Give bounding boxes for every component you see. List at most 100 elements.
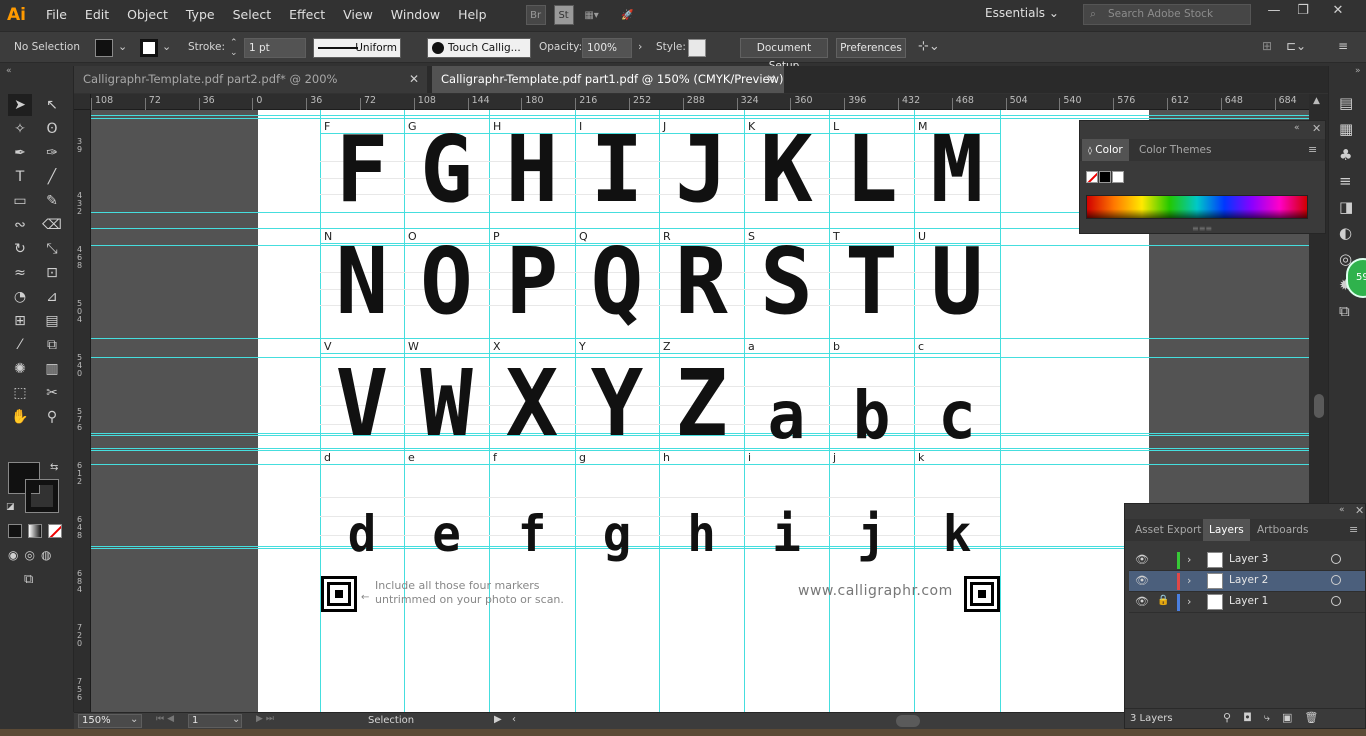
gpu-performance-icon[interactable]: 🚀 bbox=[618, 5, 638, 25]
stroke-stepper-icon[interactable]: ⌃ ⌄ bbox=[230, 38, 238, 58]
close-tab-icon[interactable]: ✕ bbox=[766, 66, 776, 93]
opacity-field[interactable]: 100% bbox=[582, 38, 632, 58]
close-window-button[interactable]: ✕ bbox=[1325, 3, 1351, 23]
layer-row[interactable]: 👁 › Layer 2 bbox=[1129, 571, 1365, 592]
create-sublayer-icon[interactable]: ⤷ bbox=[1264, 711, 1270, 725]
artboard-tool-icon[interactable]: ⬚ bbox=[8, 382, 32, 404]
layer-name[interactable]: Layer 3 bbox=[1229, 553, 1268, 565]
column-graph-tool-icon[interactable]: ▥ bbox=[40, 358, 64, 380]
tab-part2[interactable]: Calligraphr-Template.pdf part2.pdf* @ 20… bbox=[74, 66, 427, 113]
layer-name[interactable]: Layer 2 bbox=[1229, 574, 1268, 586]
white-swatch[interactable] bbox=[1112, 171, 1124, 183]
type-tool-icon[interactable]: T bbox=[8, 166, 32, 188]
tab-color-themes[interactable]: Color Themes bbox=[1133, 139, 1217, 161]
stroke-weight-field[interactable]: 1 pt bbox=[244, 38, 306, 58]
slice-tool-icon[interactable]: ✂ bbox=[40, 382, 64, 404]
collapse-dock-icon[interactable]: » bbox=[1355, 66, 1361, 76]
menu-effect[interactable]: Effect bbox=[280, 0, 334, 30]
symbols-dock-icon[interactable]: ♣ bbox=[1339, 146, 1353, 164]
warp-tool-icon[interactable]: ≈ bbox=[8, 262, 32, 284]
hand-tool-icon[interactable]: ✋ bbox=[8, 406, 32, 428]
menu-file[interactable]: File bbox=[37, 0, 76, 30]
gradient-tool-icon[interactable]: ▤ bbox=[40, 310, 64, 332]
draw-inside-icon[interactable]: ◍ bbox=[41, 548, 51, 562]
visibility-eye-icon[interactable]: 👁 bbox=[1135, 574, 1149, 587]
tab-color[interactable]: ◊ Color bbox=[1082, 139, 1129, 161]
target-circle-icon[interactable] bbox=[1331, 596, 1341, 606]
zoom-chevron-icon[interactable]: ⌄ bbox=[130, 714, 138, 725]
first-previous-artboard-icon[interactable]: ⏮◀ bbox=[156, 714, 177, 724]
pen-tool-icon[interactable]: ✒ bbox=[8, 142, 32, 164]
tab-part1[interactable]: Calligraphr-Template.pdf part1.pdf @ 150… bbox=[432, 66, 784, 93]
menu-view[interactable]: View bbox=[334, 0, 382, 30]
layer-name[interactable]: Layer 1 bbox=[1229, 595, 1268, 607]
brush-definition-dropdown[interactable]: Touch Callig... bbox=[427, 38, 531, 58]
target-circle-icon[interactable] bbox=[1331, 554, 1341, 564]
tab-artboards[interactable]: Artboards bbox=[1251, 519, 1314, 541]
selection-tool-icon[interactable]: ➤ bbox=[8, 94, 32, 116]
menu-type[interactable]: Type bbox=[177, 0, 224, 30]
vertical-guide[interactable] bbox=[914, 110, 915, 712]
preferences-button[interactable]: Preferences bbox=[836, 38, 906, 58]
line-tool-icon[interactable]: ╱ bbox=[40, 166, 64, 188]
expand-chevron-icon[interactable]: › bbox=[1187, 553, 1191, 566]
draw-behind-icon[interactable]: ◎ bbox=[24, 548, 34, 562]
lock-icon[interactable]: 🔒 bbox=[1157, 595, 1169, 606]
gradient-mode-icon[interactable] bbox=[28, 524, 42, 538]
graphic-style-swatch[interactable] bbox=[688, 39, 706, 57]
stroke-swatch[interactable] bbox=[140, 39, 158, 57]
collapse-panel-icon[interactable]: « bbox=[6, 66, 12, 76]
delete-layer-icon[interactable]: 🗑 bbox=[1304, 711, 1318, 725]
minimize-button[interactable]: — bbox=[1261, 3, 1287, 23]
perspective-grid-tool-icon[interactable]: ⊿ bbox=[40, 286, 64, 308]
default-colors-icon[interactable]: ◪ bbox=[6, 502, 15, 512]
collapse-panel-icon[interactable]: « bbox=[1294, 123, 1300, 133]
close-tab-icon[interactable]: ✕ bbox=[409, 66, 419, 93]
vertical-guide[interactable] bbox=[320, 110, 321, 712]
none-swatch-icon[interactable] bbox=[1086, 171, 1098, 183]
expand-chevron-icon[interactable]: › bbox=[1187, 574, 1191, 587]
visibility-eye-icon[interactable]: 👁 bbox=[1135, 553, 1149, 566]
opacity-chevron-right-icon[interactable]: › bbox=[638, 40, 642, 53]
stroke-color-icon[interactable] bbox=[25, 479, 59, 513]
none-mode-icon[interactable] bbox=[48, 524, 62, 538]
workspace-switcher[interactable]: Essentials ⌄ bbox=[985, 6, 1059, 20]
control-panel-menu-icon[interactable]: ≡ bbox=[1338, 39, 1348, 53]
new-layer-icon[interactable]: ▣ bbox=[1282, 711, 1292, 725]
collapse-panel-icon[interactable]: « bbox=[1339, 505, 1345, 515]
stroke-profile-dropdown[interactable]: Uniform bbox=[313, 38, 401, 58]
shape-builder-tool-icon[interactable]: ◔ bbox=[8, 286, 32, 308]
draw-normal-icon[interactable]: ◉ bbox=[8, 548, 18, 562]
vertical-guide[interactable] bbox=[1000, 110, 1001, 712]
vertical-guide[interactable] bbox=[659, 110, 660, 712]
menu-edit[interactable]: Edit bbox=[76, 0, 118, 30]
menu-help[interactable]: Help bbox=[449, 0, 496, 30]
swap-colors-icon[interactable]: ⇆ bbox=[50, 462, 58, 473]
vertical-guide[interactable] bbox=[829, 110, 830, 712]
vertical-guide[interactable] bbox=[404, 110, 405, 712]
transform-icon[interactable]: ⊏⌄ bbox=[1286, 39, 1306, 53]
panel-menu-icon[interactable]: ≡ bbox=[1308, 143, 1317, 156]
close-panel-icon[interactable]: ✕ bbox=[1312, 122, 1321, 135]
paintbrush-tool-icon[interactable]: ✎ bbox=[40, 190, 64, 212]
resize-grip-icon[interactable]: ≡≡≡ bbox=[1192, 224, 1212, 233]
shaper-tool-icon[interactable]: ∾ bbox=[8, 214, 32, 236]
menu-window[interactable]: Window bbox=[382, 0, 449, 30]
horizontal-guide[interactable] bbox=[91, 338, 1309, 339]
layer-row[interactable]: 👁 › Layer 3 bbox=[1129, 550, 1365, 571]
horizontal-scroll-thumb[interactable] bbox=[896, 715, 920, 727]
vertical-ruler[interactable]: 3 9 4 3 2 4 6 8 5 0 4 5 4 0 5 7 6 6 1 2 6 4 8 6 … bbox=[74, 94, 91, 712]
vertical-guide[interactable] bbox=[575, 110, 576, 712]
visibility-eye-icon[interactable]: 👁 bbox=[1135, 595, 1149, 608]
artboard-chevron-icon[interactable]: ⌄ bbox=[232, 714, 240, 725]
fill-dropdown-chevron-icon[interactable]: ⌄ bbox=[118, 40, 127, 53]
menu-select[interactable]: Select bbox=[224, 0, 281, 30]
stroke-dock-icon[interactable]: ≡ bbox=[1339, 172, 1353, 190]
vertical-guide[interactable] bbox=[744, 110, 745, 712]
libraries-dock-icon[interactable]: ▦ bbox=[1339, 120, 1353, 138]
stroke-dropdown-chevron-icon[interactable]: ⌄ bbox=[162, 40, 171, 53]
lasso-tool-icon[interactable]: ʘ bbox=[40, 118, 64, 140]
target-circle-icon[interactable] bbox=[1331, 575, 1341, 585]
layers-dock-icon[interactable]: ▤ bbox=[1339, 94, 1353, 112]
tab-layers[interactable]: Layers bbox=[1203, 519, 1250, 541]
